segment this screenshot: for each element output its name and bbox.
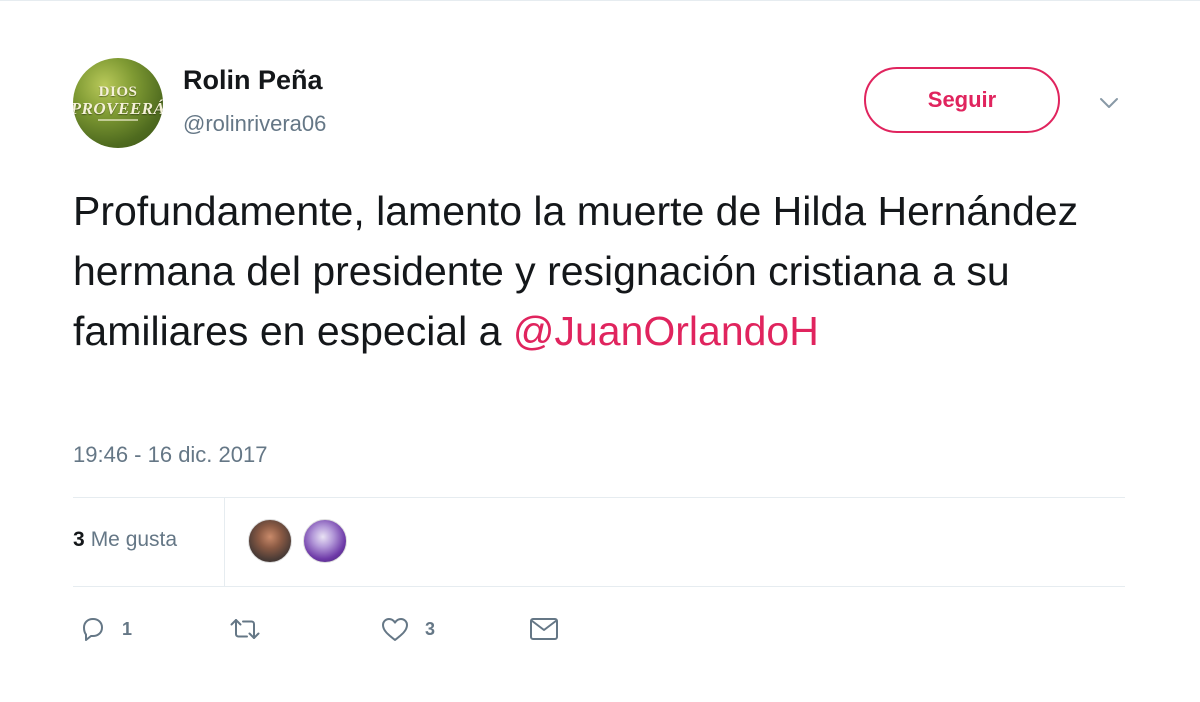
likes-count: 3: [73, 528, 85, 551]
retweet-icon: [228, 614, 262, 644]
liker-avatar[interactable]: [248, 519, 292, 563]
liker-avatar[interactable]: [303, 519, 347, 563]
like-count: 3: [425, 618, 436, 639]
direct-message-button[interactable]: [528, 614, 560, 644]
heart-icon: [379, 614, 411, 644]
like-button[interactable]: 3: [379, 614, 435, 644]
retweet-button[interactable]: [228, 614, 276, 644]
tweet-card: DIOS PROVEERÁ Rolin Peña @rolinrivera06 …: [0, 0, 1200, 702]
likes-label: Me gusta: [90, 528, 178, 551]
chevron-down-icon[interactable]: [1097, 91, 1121, 115]
divider: [73, 497, 1125, 498]
tweet-timestamp[interactable]: 19:46 - 16 dic. 2017: [73, 442, 267, 468]
likes-stat[interactable]: 3 Me gusta: [73, 528, 177, 552]
divider: [73, 586, 1125, 587]
avatar-text-line2: PROVEERÁ: [73, 99, 163, 118]
reply-icon: [78, 614, 108, 644]
mention-link[interactable]: @JuanOrlandoH: [513, 308, 819, 354]
stats-separator: [224, 498, 225, 586]
author-avatar[interactable]: DIOS PROVEERÁ: [73, 58, 163, 148]
envelope-icon: [528, 614, 560, 644]
reply-count: 1: [122, 618, 133, 639]
avatar-decoration: [98, 119, 138, 121]
author-display-name[interactable]: Rolin Peña: [183, 65, 323, 96]
reply-button[interactable]: 1: [78, 614, 132, 644]
follow-button[interactable]: Seguir: [864, 67, 1060, 133]
tweet-text: Profundamente, lamento la muerte de Hild…: [73, 181, 1133, 361]
author-handle[interactable]: @rolinrivera06: [183, 111, 326, 137]
avatar-text-line1: DIOS: [98, 84, 138, 100]
